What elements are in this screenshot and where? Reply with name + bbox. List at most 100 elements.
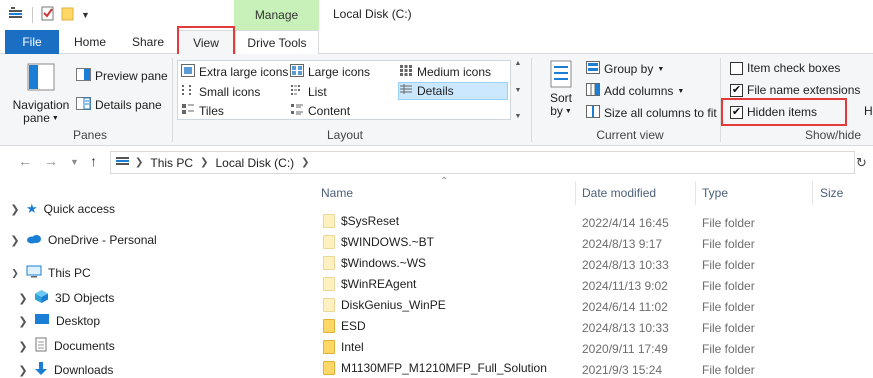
- chevron-right-icon[interactable]: ❯: [135, 157, 143, 168]
- hidden-items-checkbox[interactable]: ✔: [730, 105, 743, 119]
- preview-pane-label: Preview pane: [95, 69, 168, 83]
- new-folder-icon[interactable]: [61, 5, 75, 24]
- file-date: 2024/6/14 11:02: [582, 300, 668, 314]
- customize-toolbar-icon[interactable]: ▼: [81, 10, 90, 20]
- nav-item-onedrive[interactable]: ❯ OneDrive - Personal: [10, 233, 156, 247]
- breadcrumb-this-pc[interactable]: This PC: [150, 156, 193, 170]
- preview-pane-icon: [76, 68, 91, 84]
- tab-home[interactable]: Home: [63, 30, 117, 54]
- forward-arrow-icon[interactable]: →: [44, 153, 58, 169]
- layout-gallery: Extra large icons Large icons Medium ico…: [177, 60, 511, 120]
- medium-icons-icon: [399, 64, 413, 80]
- layout-item-label: Large icons: [308, 65, 371, 79]
- layout-details[interactable]: Details: [398, 82, 508, 100]
- hide-selected-items-button[interactable]: H: [864, 104, 873, 118]
- folder-icon: [323, 256, 335, 270]
- gallery-expand-icon[interactable]: ▼: [515, 113, 522, 120]
- tab-view[interactable]: View: [178, 30, 234, 55]
- navigation-pane: ❯ ★ Quick access ❯ OneDrive - Personal ❯…: [0, 179, 300, 378]
- scroll-up-icon[interactable]: ▲: [515, 60, 522, 67]
- column-header-date[interactable]: Date modified: [582, 179, 656, 207]
- nav-item-this-pc[interactable]: ❯ This PC: [10, 265, 91, 281]
- layout-list[interactable]: List: [290, 83, 327, 101]
- download-icon: [34, 361, 48, 378]
- table-row[interactable]: DiskGenius_WinPE 2024/6/14 11:02 File fo…: [300, 295, 873, 316]
- manage-contextual-tab[interactable]: Manage: [234, 0, 319, 30]
- nav-item-quick-access[interactable]: ❯ ★ Quick access: [10, 201, 115, 217]
- list-icon: [290, 84, 304, 100]
- breadcrumb-local-disk[interactable]: Local Disk (C:): [215, 156, 294, 170]
- item-check-boxes-checkbox[interactable]: [730, 61, 743, 75]
- chevron-right-icon[interactable]: ❯: [18, 340, 28, 353]
- layout-small-icons[interactable]: Small icons: [181, 83, 260, 101]
- chevron-right-icon[interactable]: ❯: [301, 157, 309, 168]
- layout-gallery-scroll[interactable]: ▲ ▼ ▼: [512, 60, 524, 120]
- nav-item-label: Documents: [54, 339, 115, 353]
- nav-item-downloads[interactable]: ❯ Downloads: [18, 361, 113, 378]
- table-row[interactable]: Intel 2020/9/11 17:49 File folder: [300, 337, 873, 358]
- explorer-app-icon[interactable]: [8, 6, 24, 23]
- cloud-icon: [26, 233, 42, 247]
- scroll-down-icon[interactable]: ▼: [515, 87, 522, 94]
- nav-item-desktop[interactable]: ❯ Desktop: [18, 313, 100, 329]
- layout-tiles[interactable]: Tiles: [181, 102, 224, 120]
- table-row[interactable]: $WINDOWS.~BT 2024/8/13 9:17 File folder: [300, 232, 873, 253]
- layout-content[interactable]: Content: [290, 102, 350, 120]
- address-bar[interactable]: ❯ This PC ❯ Local Disk (C:) ❯: [110, 151, 855, 174]
- up-arrow-icon[interactable]: ↑: [90, 153, 97, 169]
- add-columns-icon: [586, 83, 600, 99]
- tab-drive-tools[interactable]: Drive Tools: [235, 30, 319, 55]
- chevron-down-icon[interactable]: ❯: [10, 268, 20, 279]
- table-row[interactable]: $Windows.~WS 2024/8/13 10:33 File folder: [300, 253, 873, 274]
- file-name: $WINDOWS.~BT: [341, 235, 435, 249]
- item-check-boxes-toggle[interactable]: Item check boxes: [730, 61, 840, 75]
- toolbar-divider: [32, 6, 33, 23]
- tab-file[interactable]: File: [5, 30, 59, 54]
- refresh-icon[interactable]: ↻: [856, 155, 867, 171]
- chevron-right-icon[interactable]: ❯: [18, 364, 28, 377]
- column-divider[interactable]: [575, 181, 576, 205]
- column-header-type[interactable]: Type: [702, 179, 728, 207]
- tab-share[interactable]: Share: [120, 30, 176, 54]
- column-divider[interactable]: [812, 181, 813, 205]
- file-name-extensions-checkbox[interactable]: ✔: [730, 83, 743, 97]
- nav-item-3d-objects[interactable]: ❯ 3D Objects: [18, 289, 114, 307]
- hidden-items-toggle[interactable]: ✔ Hidden items: [730, 105, 817, 119]
- chevron-right-icon[interactable]: ❯: [200, 157, 208, 168]
- chevron-right-icon[interactable]: ❯: [18, 315, 28, 328]
- chevron-right-icon[interactable]: ❯: [10, 234, 20, 247]
- recent-locations-icon[interactable]: ▼: [70, 157, 79, 167]
- layout-item-label: Extra large icons: [199, 65, 289, 79]
- file-name-extensions-toggle[interactable]: ✔ File name extensions: [730, 83, 860, 97]
- navigation-pane-button[interactable]: Navigation pane ▼: [10, 62, 72, 125]
- computer-icon: [26, 265, 42, 281]
- chevron-right-icon[interactable]: ❯: [18, 292, 28, 305]
- layout-medium-icons[interactable]: Medium icons: [399, 63, 491, 81]
- column-header-name[interactable]: Name: [321, 179, 353, 207]
- table-row[interactable]: $WinREAgent 2024/11/13 9:02 File folder: [300, 274, 873, 295]
- details-icon: [399, 83, 413, 99]
- desktop-icon: [34, 313, 50, 329]
- layout-extra-large-icons[interactable]: Extra large icons: [181, 63, 288, 81]
- table-row[interactable]: M1130MFP_M1210MFP_Full_Solution 2021/9/3…: [300, 358, 873, 378]
- properties-icon[interactable]: [41, 5, 55, 24]
- layout-large-icons[interactable]: Large icons: [290, 63, 370, 81]
- sort-by-button[interactable]: Sort by ▼: [543, 59, 579, 118]
- column-divider[interactable]: [695, 181, 696, 205]
- details-pane-button[interactable]: Details pane: [76, 97, 162, 113]
- file-type: File folder: [702, 342, 755, 356]
- back-arrow-icon[interactable]: ←: [18, 153, 32, 169]
- preview-pane-button[interactable]: Preview pane: [76, 68, 168, 84]
- table-row[interactable]: $SysReset 2022/4/14 16:45 File folder: [300, 211, 873, 232]
- group-by-button[interactable]: Group by ▼: [586, 61, 664, 77]
- file-name: $WinREAgent: [341, 277, 417, 291]
- table-row[interactable]: ESD 2024/8/13 10:33 File folder: [300, 316, 873, 337]
- column-header-size[interactable]: Size: [820, 179, 843, 207]
- nav-item-documents[interactable]: ❯ Documents: [18, 337, 115, 355]
- navigation-pane-icon: [26, 62, 56, 95]
- file-date: 2024/8/13 10:33: [582, 258, 669, 272]
- chevron-right-icon[interactable]: ❯: [10, 203, 20, 216]
- add-columns-button[interactable]: Add columns ▼: [586, 83, 684, 99]
- file-date: 2024/8/13 9:17: [582, 237, 663, 251]
- size-all-columns-button[interactable]: Size all columns to fit: [586, 105, 717, 121]
